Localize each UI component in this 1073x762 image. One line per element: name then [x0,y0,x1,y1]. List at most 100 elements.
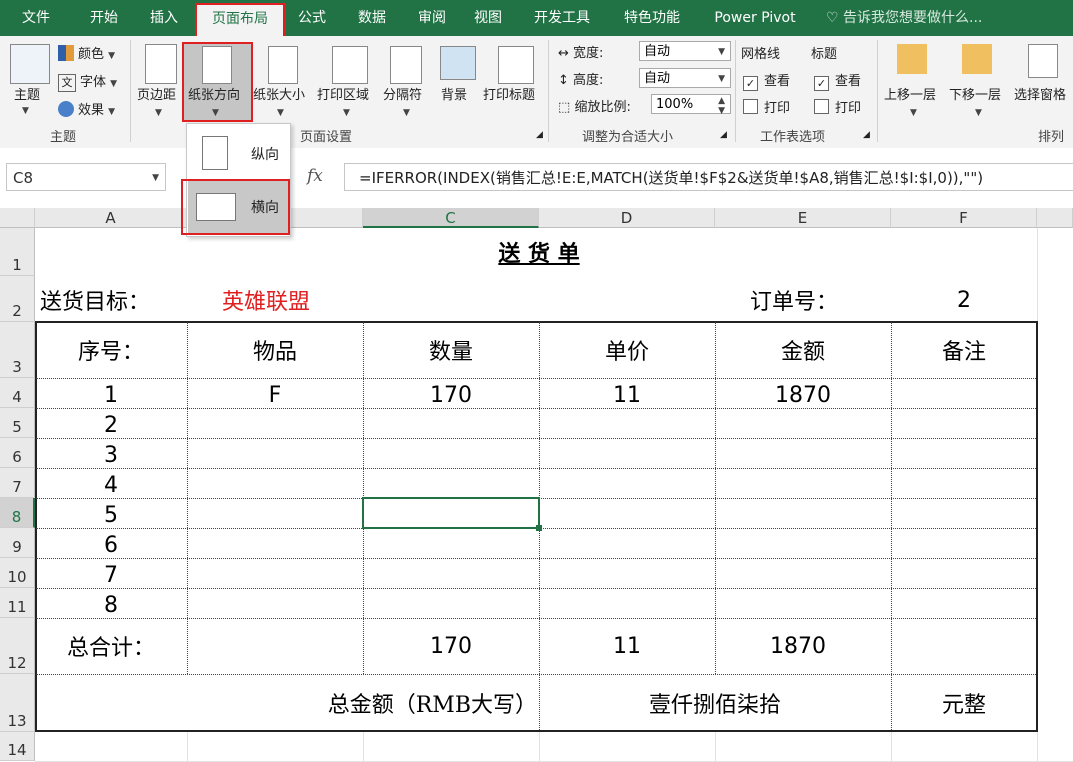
scale-launcher-icon[interactable]: ◢ [720,130,727,140]
bring-forward-button[interactable]: 上移一层 [884,84,936,103]
tab-insert[interactable]: 插入 [136,0,192,36]
height-icon: ↕ [558,73,569,88]
row-header-10[interactable]: 10 [0,558,35,588]
orientation-button[interactable]: 纸张方向 [188,84,240,103]
sheet-options-launcher-icon[interactable]: ◢ [863,130,870,140]
row-header-12[interactable]: 12 [0,618,35,674]
height-combo[interactable]: 自动 ▼ [639,68,731,88]
group-label-sheet-options: 工作表选项 [760,130,826,145]
tab-developer[interactable]: 开发工具 [524,0,600,36]
headings-print-checkbox[interactable]: 打印 [814,97,861,116]
row-header-4[interactable]: 4 [0,378,35,408]
selection-pane-button[interactable]: 选择窗格 [1014,84,1066,103]
seq-cell: 3 [104,442,118,468]
column-header-g[interactable] [1037,208,1073,228]
row-header-14[interactable]: 14 [0,732,35,761]
tab-review[interactable]: 审阅 [406,0,458,36]
tab-home[interactable]: 开始 [76,0,132,36]
row-header-1[interactable]: 1 [0,228,35,276]
column-header-f[interactable]: F [891,208,1037,228]
palette-icon [58,45,74,61]
row-header-6[interactable]: 6 [0,438,35,468]
seq-cell: 7 [104,562,118,588]
name-box[interactable]: C8 ▼ [6,163,166,191]
tab-data[interactable]: 数据 [346,0,398,36]
worksheet-grid: A C D E F 1 2 3 4 5 6 7 8 9 10 11 12 13 … [0,208,1073,762]
seq-cell: 1 [104,382,118,408]
header-seq: 序号： [77,340,144,365]
page-setup-launcher-icon[interactable]: ◢ [536,130,543,140]
gridlines-view-checkbox[interactable]: ✓ 查看 [743,70,790,91]
page-size-caret-icon: ▼ [277,108,284,118]
seq-cell: 6 [104,532,118,558]
group-label-page-setup: 页面设置 [300,130,353,145]
row-header-2[interactable]: 2 [0,276,35,322]
column-header-e[interactable]: E [715,208,891,228]
row-header-3[interactable]: 3 [0,322,35,378]
font-icon: 文 [58,74,76,92]
tell-me-box[interactable]: ♡ 告诉我您想要做什么... [826,0,1006,36]
column-header-a[interactable]: A [35,208,187,228]
gridlines-print-checkbox[interactable]: 打印 [743,97,790,116]
column-header-d[interactable]: D [539,208,715,228]
formula-input[interactable]: =IFERROR(INDEX(销售汇总!E:E,MATCH(送货单!$F$2&送… [344,163,1073,191]
fonts-button[interactable]: 文字体 ▼ [58,71,117,92]
theme-icon [10,44,50,84]
scale-label: ⬚ 缩放比例: [558,100,631,115]
breaks-icon [390,46,422,84]
fill-handle[interactable] [536,525,542,531]
width-icon: ↔ [558,46,569,61]
tab-formulas[interactable]: 公式 [286,0,338,36]
row-header-9[interactable]: 9 [0,528,35,558]
checkmark-icon: ✓ [743,76,758,91]
tab-power-pivot[interactable]: Power Pivot [702,0,808,36]
bring-forward-caret-icon: ▼ [910,108,917,118]
header-qty: 数量 [428,340,473,365]
header-item: 物品 [252,340,297,365]
width-combo[interactable]: 自动 ▼ [639,41,731,61]
breaks-button[interactable]: 分隔符 [383,84,422,103]
portrait-label: 纵向 [251,147,279,163]
target-value: 英雄联盟 [222,290,311,315]
row-header-7[interactable]: 7 [0,468,35,498]
seq-cell: 5 [104,502,118,528]
group-label-scale-to-fit: 调整为合适大小 [582,130,674,145]
total-amount: 1870 [770,633,826,659]
gridlines-label: 网格线 [741,47,781,62]
themes-caret-icon: ▼ [22,106,29,116]
column-header-c[interactable]: C [363,208,539,228]
checkmark-icon: ✓ [814,76,829,91]
tab-view[interactable]: 视图 [462,0,514,36]
tab-page-layout[interactable]: 页面布局 [197,4,283,36]
tab-file[interactable]: 文件 [8,0,64,36]
background-button[interactable]: 背景 [441,84,467,103]
orientation-portrait-item[interactable]: 纵向 [188,126,288,180]
margins-button[interactable]: 页边距 [137,84,176,103]
print-area-button[interactable]: 打印区域 [317,84,369,103]
orientation-icon [202,46,232,84]
select-all-corner[interactable] [0,208,35,228]
row4-item: F [268,382,282,408]
gridline [363,732,364,761]
row4-amount: 1870 [775,382,831,408]
row-header-11[interactable]: 11 [0,588,35,618]
effects-button[interactable]: 效果 ▼ [58,99,115,118]
total-qty: 170 [430,633,472,659]
row-header-8[interactable]: 8 [0,498,35,528]
seq-cell: 2 [104,412,118,438]
selected-cell-c8[interactable] [362,497,540,529]
send-backward-button[interactable]: 下移一层 [949,84,1001,103]
themes-button[interactable]: 主题 [14,84,40,103]
headings-view-checkbox[interactable]: ✓ 查看 [814,70,861,91]
orientation-landscape-item[interactable]: 横向 [188,181,288,235]
fx-icon[interactable]: fx [307,166,323,186]
row4-price: 11 [613,382,641,408]
row-header-13[interactable]: 13 [0,674,35,732]
colors-button[interactable]: 颜色 ▼ [58,43,115,62]
page-size-button[interactable]: 纸张大小 [253,84,305,103]
selection-pane-icon [1028,44,1058,78]
tab-special-features[interactable]: 特色功能 [612,0,692,36]
scale-spinner[interactable]: 100% ▲ ▼ [651,94,731,116]
row-header-5[interactable]: 5 [0,408,35,438]
print-titles-button[interactable]: 打印标题 [483,84,535,103]
